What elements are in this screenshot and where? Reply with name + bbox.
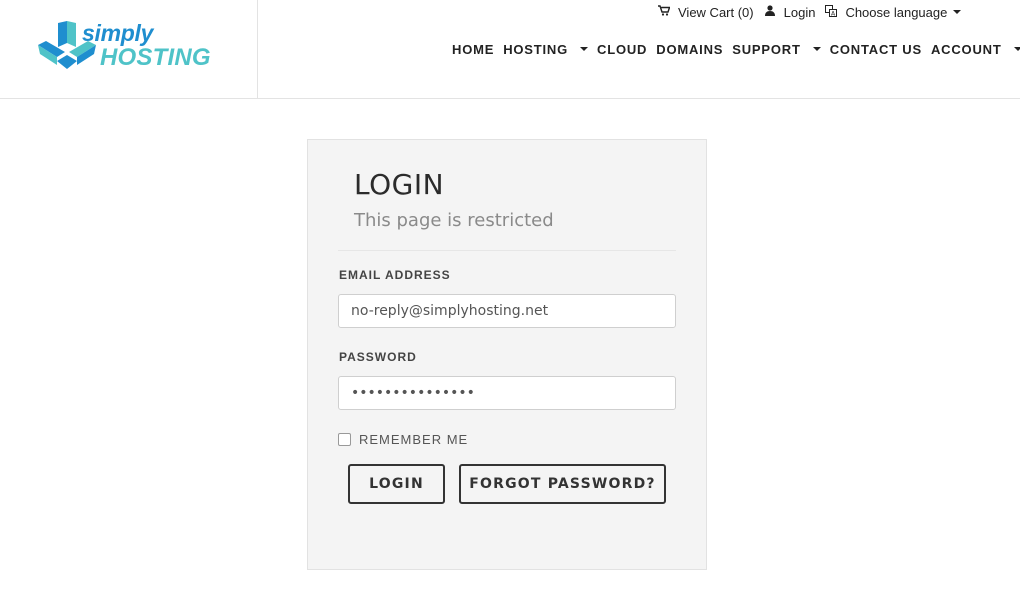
nav-label: DOMAINS — [656, 41, 724, 57]
login-link[interactable]: Login — [764, 4, 816, 20]
nav-item-support[interactable]: SUPPORT — [732, 41, 821, 57]
nav-label: HOME — [452, 41, 495, 57]
nav-label: CONTACT US — [829, 41, 922, 57]
user-icon — [764, 5, 776, 19]
email-field[interactable]: no-reply@simplyhosting.net — [338, 294, 676, 328]
nav-item-hosting[interactable]: HOSTING — [503, 41, 589, 57]
view-cart-label: View Cart (0) — [678, 4, 754, 20]
chevron-down-icon — [812, 47, 821, 51]
divider — [338, 250, 676, 251]
nav-item-home[interactable]: HOME — [452, 42, 494, 57]
cart-icon — [658, 5, 671, 19]
chevron-down-icon — [953, 10, 962, 14]
top-utility-bar: View Cart (0) Login A Choose language — [658, 3, 971, 21]
language-label: Choose language — [845, 4, 948, 20]
login-button[interactable]: LOGIN — [348, 464, 445, 504]
logo-text-simply: simply — [82, 20, 154, 46]
language-selector[interactable]: A Choose language — [825, 4, 962, 20]
logo-text-hosting: HOSTING — [100, 44, 211, 71]
view-cart-link[interactable]: View Cart (0) — [658, 5, 754, 20]
nav-item-contact-us[interactable]: CONTACT US — [830, 42, 922, 57]
nav-label: ACCOUNT — [930, 41, 1002, 57]
nav-item-account[interactable]: ACCOUNT — [931, 42, 1020, 57]
nav-item-cloud[interactable]: CLOUD — [597, 42, 647, 57]
nav-item-domains[interactable]: DOMAINS — [656, 42, 723, 57]
password-label: PASSWORD — [339, 350, 417, 364]
chevron-down-icon — [580, 47, 589, 51]
main-nav: HOME HOSTING CLOUD DOMAINS SUPPORT CONTA… — [452, 40, 1020, 58]
email-label: EMAIL ADDRESS — [339, 268, 451, 282]
translate-icon: A — [825, 4, 838, 20]
remember-me-checkbox[interactable] — [338, 433, 351, 446]
site-header: simply HOSTING View Cart (0) Login A Cho… — [0, 0, 1020, 99]
login-link-label: Login — [783, 4, 816, 20]
password-field[interactable]: ••••••••••••••• — [338, 376, 676, 410]
forgot-password-button[interactable]: FORGOT PASSWORD? — [459, 464, 666, 504]
nav-label: HOSTING — [503, 41, 569, 57]
page-title: LOGIN — [354, 168, 445, 201]
nav-label: CLOUD — [597, 41, 648, 57]
chevron-down-icon — [1013, 47, 1020, 51]
logo[interactable]: simply HOSTING — [0, 0, 258, 98]
page-subtitle: This page is restricted — [354, 210, 554, 231]
login-panel: LOGIN This page is restricted EMAIL ADDR… — [307, 139, 707, 570]
nav-label: SUPPORT — [732, 41, 801, 57]
remember-me-label: REMEMBER ME — [359, 432, 469, 447]
remember-me[interactable]: REMEMBER ME — [338, 432, 468, 447]
